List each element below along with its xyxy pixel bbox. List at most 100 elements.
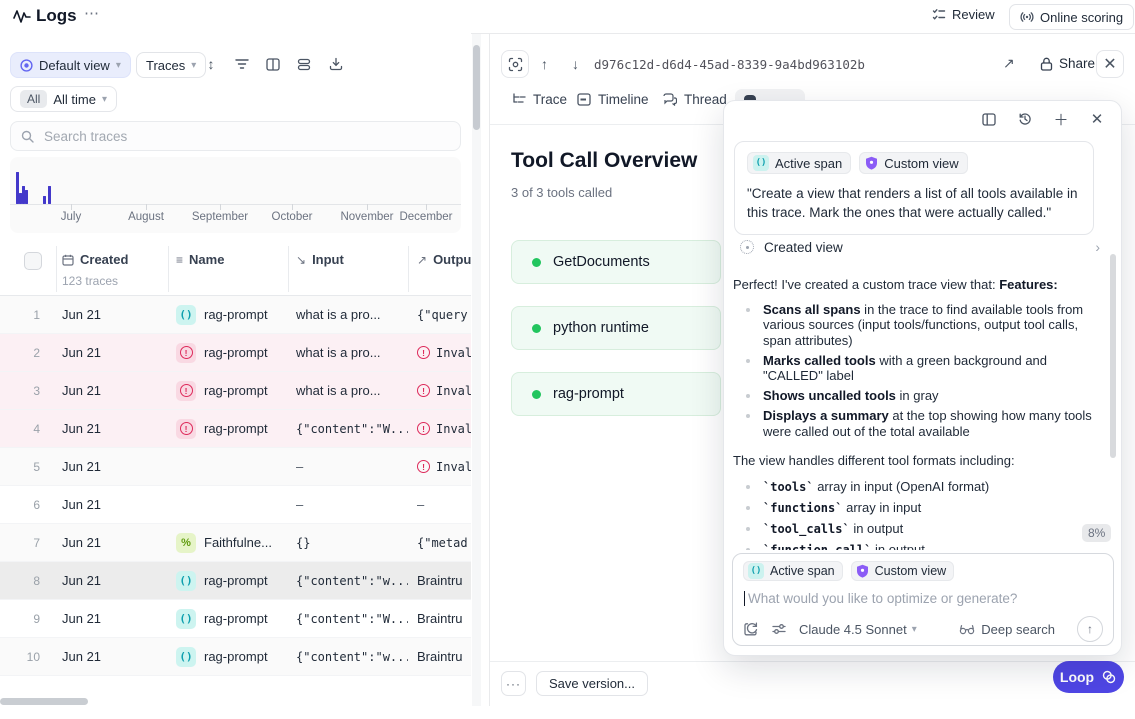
row-output: !Inval xyxy=(408,384,471,398)
loop-button[interactable]: Loop xyxy=(1053,661,1124,693)
all-filter-chip[interactable]: All xyxy=(20,90,47,108)
trace-id[interactable]: d976c12d-d6d4-45ad-8339-9a4bd963102b xyxy=(594,57,865,72)
table-row[interactable]: 3Jun 21!rag-promptwhat is a pro...!Inval xyxy=(0,372,471,410)
search-traces-box[interactable] xyxy=(10,121,461,151)
table-row[interactable]: 2Jun 21!rag-promptwhat is a pro...!Inval xyxy=(0,334,471,372)
row-index: 6 xyxy=(0,498,40,512)
history-rotate-icon[interactable] xyxy=(743,621,759,637)
columns-layout-icon[interactable] xyxy=(264,55,282,73)
column-header-output[interactable]: ↗ Output xyxy=(417,252,471,267)
chevron-down-icon: ▾ xyxy=(102,94,107,105)
settings-sliders-icon[interactable] xyxy=(771,621,787,637)
tab-thread[interactable]: Thread xyxy=(663,92,727,107)
row-output-text: {"metad xyxy=(417,536,468,550)
row-output: {"metad xyxy=(408,536,471,550)
axis-month-label: December xyxy=(399,211,452,223)
column-header-input[interactable]: ↘ Input xyxy=(296,252,344,267)
row-height-icon[interactable]: ↕ xyxy=(202,55,220,73)
history-icon[interactable] xyxy=(1017,111,1033,127)
save-version-button[interactable]: Save version... xyxy=(536,671,648,696)
table-row[interactable]: 10Jun 21()rag-prompt{"content":"w...Brai… xyxy=(0,638,471,676)
loop-circles-icon xyxy=(1101,669,1117,685)
row-name-text: rag-prompt xyxy=(204,345,268,360)
next-trace-arrow-down[interactable]: ↓ xyxy=(572,56,579,72)
active-span-badge[interactable]: ()Active span xyxy=(743,561,843,581)
assistant-scrollbar-thumb[interactable] xyxy=(1110,254,1116,458)
row-name-text: rag-prompt xyxy=(204,573,268,588)
tab-timeline[interactable]: Timeline xyxy=(577,92,649,107)
table-row[interactable]: 6Jun 21–– xyxy=(0,486,471,524)
composer-input[interactable] xyxy=(746,590,1100,607)
active-span-badge[interactable]: ()Active span xyxy=(747,152,851,174)
left-panel-scroll-thumb[interactable] xyxy=(473,45,480,130)
more-options-button[interactable]: ··· xyxy=(501,671,526,696)
table-row[interactable]: 9Jun 21()rag-prompt{"content":"W...Brain… xyxy=(0,600,471,638)
filter-icon[interactable] xyxy=(233,55,251,73)
created-view-row[interactable]: Created view › xyxy=(740,239,1100,255)
download-icon[interactable] xyxy=(327,55,345,73)
rows-layout-icon[interactable] xyxy=(295,55,313,73)
side-panel-icon[interactable] xyxy=(981,111,997,127)
called-dot-icon xyxy=(532,258,541,267)
default-view-dropdown[interactable]: Default view ▾ xyxy=(10,52,131,78)
close-assistant-icon[interactable]: ✕ xyxy=(1089,111,1105,127)
search-icon xyxy=(21,130,34,143)
tool-name: rag-prompt xyxy=(553,386,624,402)
search-input[interactable] xyxy=(42,128,450,145)
send-button[interactable]: ↑ xyxy=(1077,616,1103,642)
time-range-dropdown[interactable]: All All time ▾ xyxy=(10,86,117,112)
open-in-new-icon[interactable]: ↗ xyxy=(1003,55,1015,72)
tool-called-card: rag-prompt xyxy=(511,372,721,416)
row-index: 5 xyxy=(0,460,40,474)
close-panel-button[interactable]: ✕ xyxy=(1096,50,1124,78)
row-name: !rag-prompt xyxy=(168,381,288,401)
custom-view-title: Tool Call Overview xyxy=(511,149,697,173)
traces-dropdown[interactable]: Traces ▾ xyxy=(136,52,206,78)
axis-month-label: July xyxy=(61,211,81,223)
table-row[interactable]: 7Jun 21%Faithfulne...{}{"metad xyxy=(0,524,471,562)
all-time-label: All time xyxy=(53,92,96,107)
trace-tree-icon xyxy=(512,93,526,106)
column-header-name[interactable]: ≡ Name xyxy=(176,252,224,267)
table-row[interactable]: 5Jun 21–!Inval xyxy=(0,448,471,486)
model-selector[interactable]: Claude 4.5 Sonnet ▾ xyxy=(799,622,917,637)
deep-search-toggle[interactable]: Deep search xyxy=(959,622,1055,637)
share-button[interactable]: Share xyxy=(1040,56,1095,71)
prompt-composer[interactable]: ()Active span Custom view Claude 4.5 Sonn… xyxy=(732,553,1114,646)
table-row[interactable]: 8Jun 21()rag-prompt{"content":"w...Brain… xyxy=(0,562,471,600)
custom-view-subtitle: 3 of 3 tools called xyxy=(511,185,612,200)
row-output-text: – xyxy=(417,497,424,512)
called-dot-icon xyxy=(532,390,541,399)
histogram-bar xyxy=(25,190,28,204)
trace-table-body: 1Jun 21()rag-promptwhat is a pro...{"que… xyxy=(0,296,471,719)
tool-called-card: GetDocuments xyxy=(511,240,721,284)
column-header-created[interactable]: Created xyxy=(62,252,128,267)
badge-label: Custom view xyxy=(884,156,958,171)
row-created: Jun 21 xyxy=(40,573,168,588)
custom-view-badge[interactable]: Custom view xyxy=(851,561,955,581)
table-row[interactable]: 1Jun 21()rag-promptwhat is a pro...{"que… xyxy=(0,296,471,334)
page-menu-dots[interactable]: ⋯ xyxy=(84,4,100,22)
code-token: `function_call` xyxy=(763,543,871,550)
waveform-logo-icon xyxy=(13,8,31,24)
new-chat-plus-icon[interactable]: ＋ xyxy=(1053,111,1069,127)
focus-scan-button[interactable] xyxy=(501,50,529,78)
prev-trace-arrow-up[interactable]: ↑ xyxy=(541,56,548,72)
review-button[interactable]: Review xyxy=(932,7,995,22)
select-all-checkbox[interactable] xyxy=(24,252,42,270)
error-icon: ! xyxy=(417,346,430,359)
row-name: ()rag-prompt xyxy=(168,571,288,591)
axis-tick xyxy=(71,204,72,210)
row-created: Jun 21 xyxy=(40,421,168,436)
table-horizontal-scroll-thumb[interactable] xyxy=(0,698,88,705)
online-scoring-button[interactable]: Online scoring xyxy=(1009,4,1134,30)
row-created: Jun 21 xyxy=(40,497,168,512)
trace-volume-histogram[interactable]: JulyAugustSeptemberOctoberNovemberDecemb… xyxy=(10,157,461,233)
table-row[interactable]: 4Jun 21!rag-prompt{"content":"W...!Inval xyxy=(0,410,471,448)
code-token: `tool_calls` xyxy=(763,522,850,536)
custom-view-badge[interactable]: Custom view xyxy=(859,152,967,174)
tab-trace[interactable]: Trace xyxy=(512,92,567,107)
footer-divider xyxy=(490,661,1135,662)
traces-label: Traces xyxy=(146,58,185,73)
row-index: 7 xyxy=(0,536,40,550)
